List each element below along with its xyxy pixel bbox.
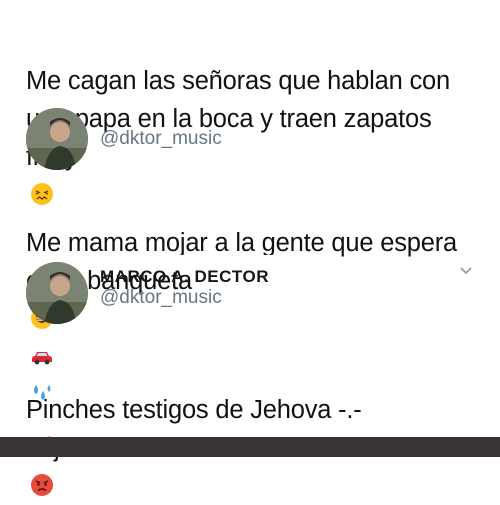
avatar[interactable]	[26, 108, 88, 170]
avatar-photo-icon	[26, 108, 88, 170]
avatar-photo-icon	[26, 262, 88, 324]
display-name: Marco A. Dector	[100, 267, 269, 286]
tweet-text-3: Pinches testigos de Jehova -.- déjenme d…	[26, 353, 486, 505]
profile-row-2[interactable]: Marco A. Dector @dktor_music	[26, 262, 269, 324]
profile-row-1[interactable]: @dktor_music	[26, 108, 222, 170]
crop-edge	[100, 255, 300, 264]
chevron-down-icon[interactable]	[458, 262, 474, 278]
avatar[interactable]	[26, 262, 88, 324]
user-handle[interactable]: @dktor_music	[100, 287, 269, 309]
bottom-bar	[0, 437, 500, 457]
user-handle[interactable]: @dktor_music	[100, 128, 222, 150]
pouting-face-icon	[31, 474, 53, 496]
